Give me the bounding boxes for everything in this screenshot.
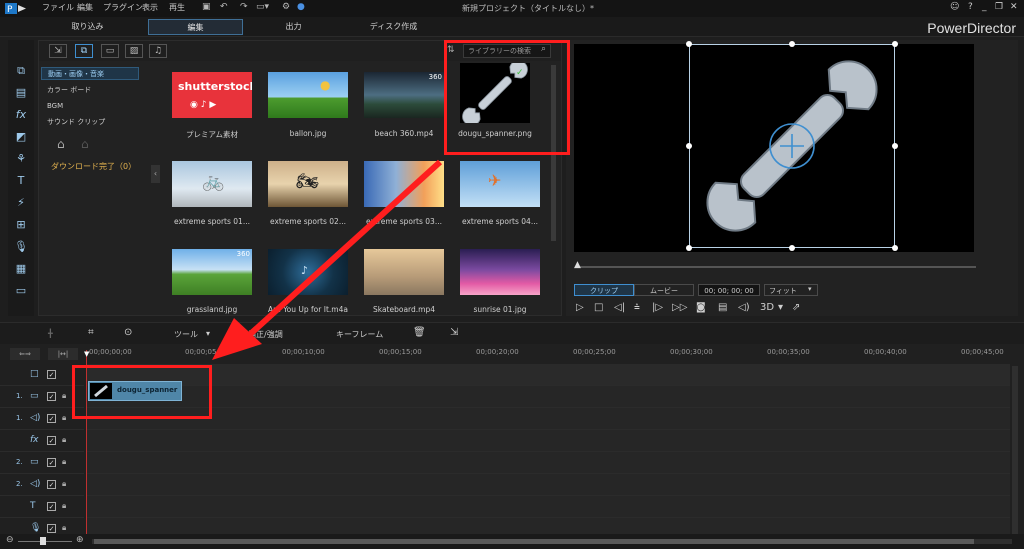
drag-arrow-overlay [212,159,443,360]
drag-arrow-line [243,159,443,341]
drag-arrow-head [212,318,262,360]
